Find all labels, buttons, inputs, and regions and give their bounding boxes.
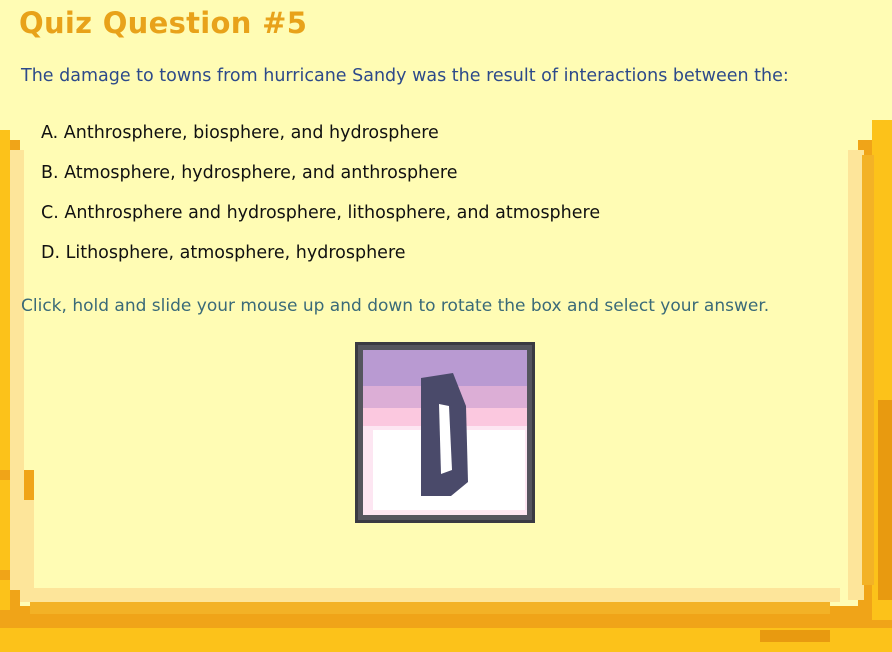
rotating-answer-box[interactable]: D — [355, 342, 535, 523]
option-d: D. Lithosphere, atmosphere, hydrosphere — [41, 243, 406, 263]
quiz-title: Quiz Question #5 — [19, 6, 308, 40]
answer-options: A. Anthrosphere, biosphere, and hydrosph… — [41, 120, 600, 280]
option-a: A. Anthrosphere, biosphere, and hydrosph… — [41, 123, 439, 143]
option-c: C. Anthrosphere and hydrosphere, lithosp… — [41, 203, 601, 223]
quiz-panel: Quiz Question #5 The damage to towns fro… — [0, 0, 892, 652]
instructions-text: Click, hold and slide your mouse up and … — [21, 296, 770, 316]
question-text: The damage to towns from hurricane Sandy… — [21, 66, 789, 86]
option-b: B. Atmosphere, hydrosphere, and anthrosp… — [41, 163, 458, 183]
